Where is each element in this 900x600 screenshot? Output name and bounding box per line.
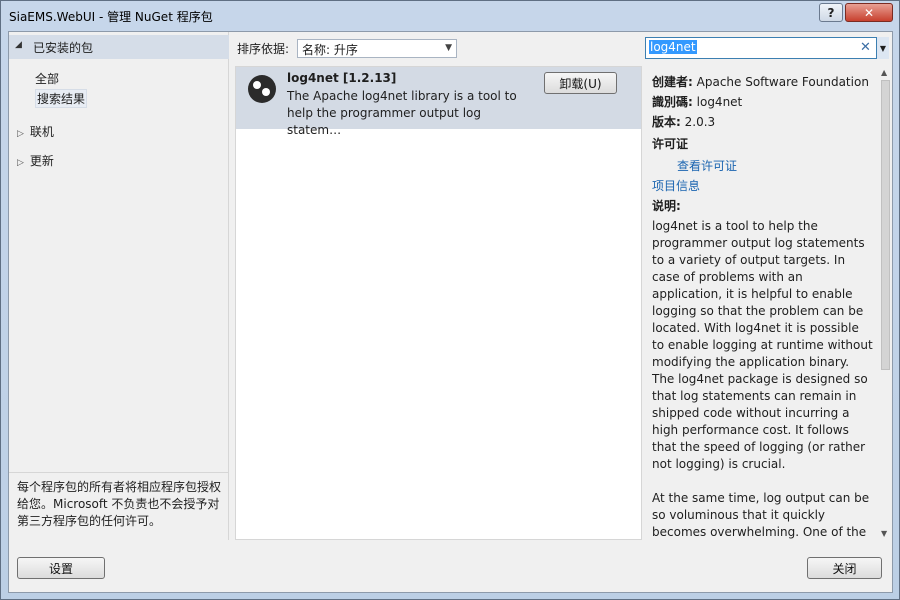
sort-label: 排序依据:: [237, 42, 290, 56]
clear-search-icon[interactable]: ✕: [860, 40, 871, 55]
creator-value: Apache Software Foundation: [696, 75, 869, 89]
nuget-dialog: SiaEMS.WebUI - 管理 NuGet 程序包 ? ✕ ◢ 已安装的包 …: [0, 0, 900, 600]
nav-updates-label: 更新: [29, 154, 54, 168]
settings-button[interactable]: 设置: [17, 557, 105, 579]
title-bar: SiaEMS.WebUI - 管理 NuGet 程序包 ? ✕: [1, 1, 899, 31]
nav-updates[interactable]: ▷ 更新: [17, 152, 54, 169]
package-desc-line: The Apache log4net library is a tool to: [287, 89, 517, 103]
search-dropdown-icon[interactable]: ▼: [876, 37, 889, 59]
dialog-client: ◢ 已安装的包 全部 搜索结果 ▷ 联机 ▷ 更新 每个程序包的所有者将相应程序包授…: [8, 31, 893, 593]
sort-value: 名称: 升序: [302, 43, 358, 57]
project-info-link[interactable]: 项目信息: [652, 179, 700, 193]
nav-installed-label: 已安装的包: [33, 41, 94, 55]
left-nav: ◢ 已安装的包 全部 搜索结果 ▷ 联机 ▷ 更新 每个程序包的所有者将相应程序包授…: [9, 32, 229, 540]
package-desc-line: help the programmer output log statem…: [287, 106, 481, 137]
window-close-button[interactable]: ✕: [845, 3, 893, 22]
nav-all[interactable]: 全部: [35, 70, 59, 87]
search-input[interactable]: log4net ✕ ▼: [645, 37, 889, 59]
package-details: 创建者: Apache Software Foundation 識別碼: log…: [645, 66, 877, 540]
license-note: 每个程序包的所有者将相应程序包授权给您。Microsoft 不负责也不会授予对第…: [9, 472, 229, 540]
search-value: log4net: [649, 40, 697, 54]
sort-dropdown[interactable]: 名称: 升序 ▼: [297, 39, 457, 58]
id-label: 識別碼:: [652, 95, 693, 109]
package-row[interactable]: log4net [1.2.13] The Apache log4net libr…: [236, 67, 641, 137]
collapsed-triangle-icon: ▷: [17, 129, 24, 139]
dropdown-arrow-icon: ▼: [445, 43, 452, 53]
window-title: SiaEMS.WebUI - 管理 NuGet 程序包: [9, 10, 213, 24]
view-license-link[interactable]: 查看许可证: [677, 159, 737, 173]
package-icon: [248, 75, 276, 103]
scroll-thumb[interactable]: [881, 80, 890, 370]
uninstall-button[interactable]: 卸载(U): [544, 72, 617, 94]
version-label: 版本:: [652, 115, 681, 129]
footer-bar: [9, 542, 892, 592]
description-paragraph: At the same time, log output can be so v…: [652, 491, 870, 539]
description-paragraph: log4net is a tool to help the programmer…: [652, 219, 873, 471]
package-description: The Apache log4net library is a tool to …: [287, 88, 537, 139]
results-list: log4net [1.2.13] The Apache log4net libr…: [235, 66, 642, 540]
license-label: 许可证: [652, 137, 689, 151]
id-value: log4net: [696, 95, 743, 109]
scroll-up-icon[interactable]: ▲: [881, 68, 887, 77]
details-scrollbar[interactable]: ▲ ▼: [879, 66, 892, 540]
help-button[interactable]: ?: [819, 3, 843, 22]
version-value: 2.0.3: [684, 115, 716, 129]
nav-online[interactable]: ▷ 联机: [17, 123, 54, 140]
nav-search-results[interactable]: 搜索结果: [35, 89, 88, 108]
scroll-down-icon[interactable]: ▼: [881, 529, 887, 538]
expanded-triangle-icon: ◢: [15, 40, 22, 50]
description-label: 说明:: [652, 199, 681, 213]
nav-installed[interactable]: ◢ 已安装的包: [9, 35, 229, 59]
nav-online-label: 联机: [29, 125, 54, 139]
collapsed-triangle-icon: ▷: [17, 158, 24, 168]
close-button[interactable]: 关闭: [807, 557, 882, 579]
package-name: log4net [1.2.13]: [287, 71, 397, 85]
creator-label: 创建者:: [652, 75, 693, 89]
